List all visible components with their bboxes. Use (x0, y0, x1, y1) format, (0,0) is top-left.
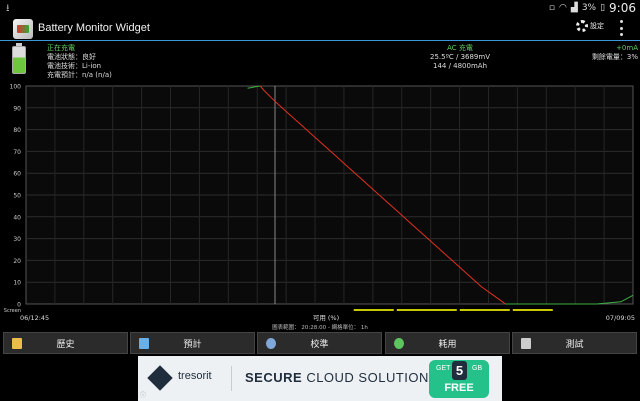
bottom-button-row: 歷史 預計 校準 耗用 測試 (0, 332, 640, 354)
ad-slogan-bold: SECURE (245, 370, 303, 385)
y-tick-label: 20 (13, 258, 21, 265)
globe-icon (394, 338, 404, 349)
chart-icon (139, 338, 149, 349)
battery-level-icon (12, 43, 26, 74)
battery-technology: 電池技術：Li-ion (47, 62, 102, 70)
overflow-dot (620, 26, 623, 30)
x-start-label: 06/12:45 (20, 314, 49, 322)
alarm-icon: ▫ (548, 3, 556, 13)
overflow-dot (620, 33, 623, 36)
ad-banner[interactable]: tresorit SECURE CLOUD SOLUTION GET 5 GB … (138, 356, 502, 401)
book-icon (12, 338, 22, 349)
x-axis-label: 可用 (%) (313, 314, 339, 322)
current: +0mA (616, 44, 638, 52)
ad-slogan: SECURE CLOUD SOLUTION (245, 370, 429, 385)
button-label: 預計 (183, 339, 202, 350)
clock: 9:06 (609, 1, 636, 15)
ad-amount: 5 (452, 361, 467, 380)
info-right: +0mA 剩餘電量：3% (592, 44, 638, 62)
button-label: 歷史 (56, 339, 75, 350)
button-android[interactable]: 測試 (512, 332, 637, 354)
settings-label: 設定 (590, 22, 604, 30)
button-label: 校準 (310, 339, 329, 350)
y-tick-label: 30 (13, 236, 21, 243)
y-tick-label: 50 (13, 193, 21, 200)
tresorit-logo (147, 365, 173, 391)
gear-icon (576, 20, 588, 32)
wifi-icon: ◠ (559, 3, 567, 13)
status-icons: ▫ ◠ ▟ 3% ▯ 9:06 (549, 0, 636, 16)
ad-brand: tresorit (178, 370, 212, 382)
ad-info-icon[interactable]: ⓘ (140, 390, 146, 399)
ad-get: GET (436, 365, 451, 372)
status-bar: ⭳ ▫ ◠ ▟ 3% ▯ 9:06 (0, 0, 640, 16)
y-tick-label: 40 (13, 214, 21, 221)
android-icon (521, 338, 531, 349)
overflow-dot (620, 20, 623, 23)
ad-unit: GB (472, 365, 483, 372)
battery-info-panel: 正在充電 電池狀態：良好 電池技術：Li-ion 充電預計：n/a (n/a) … (0, 42, 640, 82)
y-tick-label: 90 (13, 105, 21, 112)
battery-health: 電池狀態：良好 (47, 53, 96, 61)
action-bar: Battery Monitor Widget 設定 (0, 16, 640, 41)
button-book[interactable]: 歷史 (3, 332, 128, 354)
battery-icon: ▯ (600, 3, 606, 13)
charge-estimate: 充電預計：n/a (n/a) (47, 71, 112, 79)
gauge-icon (266, 338, 276, 349)
y-tick-label: 100 (10, 84, 22, 91)
app-icon[interactable] (13, 19, 33, 39)
button-gauge[interactable]: 校準 (257, 332, 382, 354)
y-tick-label: 60 (13, 171, 21, 178)
signal-icon: ▟ (570, 3, 578, 13)
x-end-label: 07/09:05 (606, 314, 635, 322)
settings-button[interactable]: 設定 (576, 20, 604, 32)
button-label: 測試 (565, 339, 584, 350)
info-middle: AC 充電 25.5ºC / 3689mV 144 / 4800mAh (400, 44, 520, 71)
button-globe[interactable]: 耗用 (385, 332, 510, 354)
temperature-voltage: 25.5ºC / 3689mV (429, 53, 490, 61)
ad-divider (231, 366, 232, 391)
remaining-charge: 剩餘電量：3% (591, 53, 638, 61)
ad-free: FREE (444, 382, 474, 394)
capacity: 144 / 4800mAh (432, 62, 488, 70)
ad-offer-badge[interactable]: GET 5 GB FREE (429, 360, 489, 398)
button-label: 耗用 (438, 339, 457, 350)
battery-percent: 3% (581, 3, 597, 13)
battery-history-chart[interactable]: 1009080706050403020100Screen06/12:45 07/0… (0, 82, 640, 331)
y-tick-label: 10 (13, 280, 21, 287)
app-title: Battery Monitor Widget (38, 22, 150, 34)
overflow-menu-button[interactable] (620, 20, 624, 36)
ad-slogan-rest: CLOUD SOLUTION (306, 370, 429, 385)
charging-status: 正在充電 (47, 44, 75, 52)
button-chart[interactable]: 預計 (130, 332, 255, 354)
charge-type: AC 充電 (447, 44, 473, 52)
y-tick-label: 80 (13, 127, 21, 134)
screen-label: Screen (4, 308, 21, 314)
chart-range-footer: 圖表範圍： 20:28:00 - 網格單位： 1h (272, 323, 368, 330)
info-left: 正在充電 電池狀態：良好 電池技術：Li-ion 充電預計：n/a (n/a) (47, 44, 112, 80)
y-tick-label: 70 (13, 149, 21, 156)
